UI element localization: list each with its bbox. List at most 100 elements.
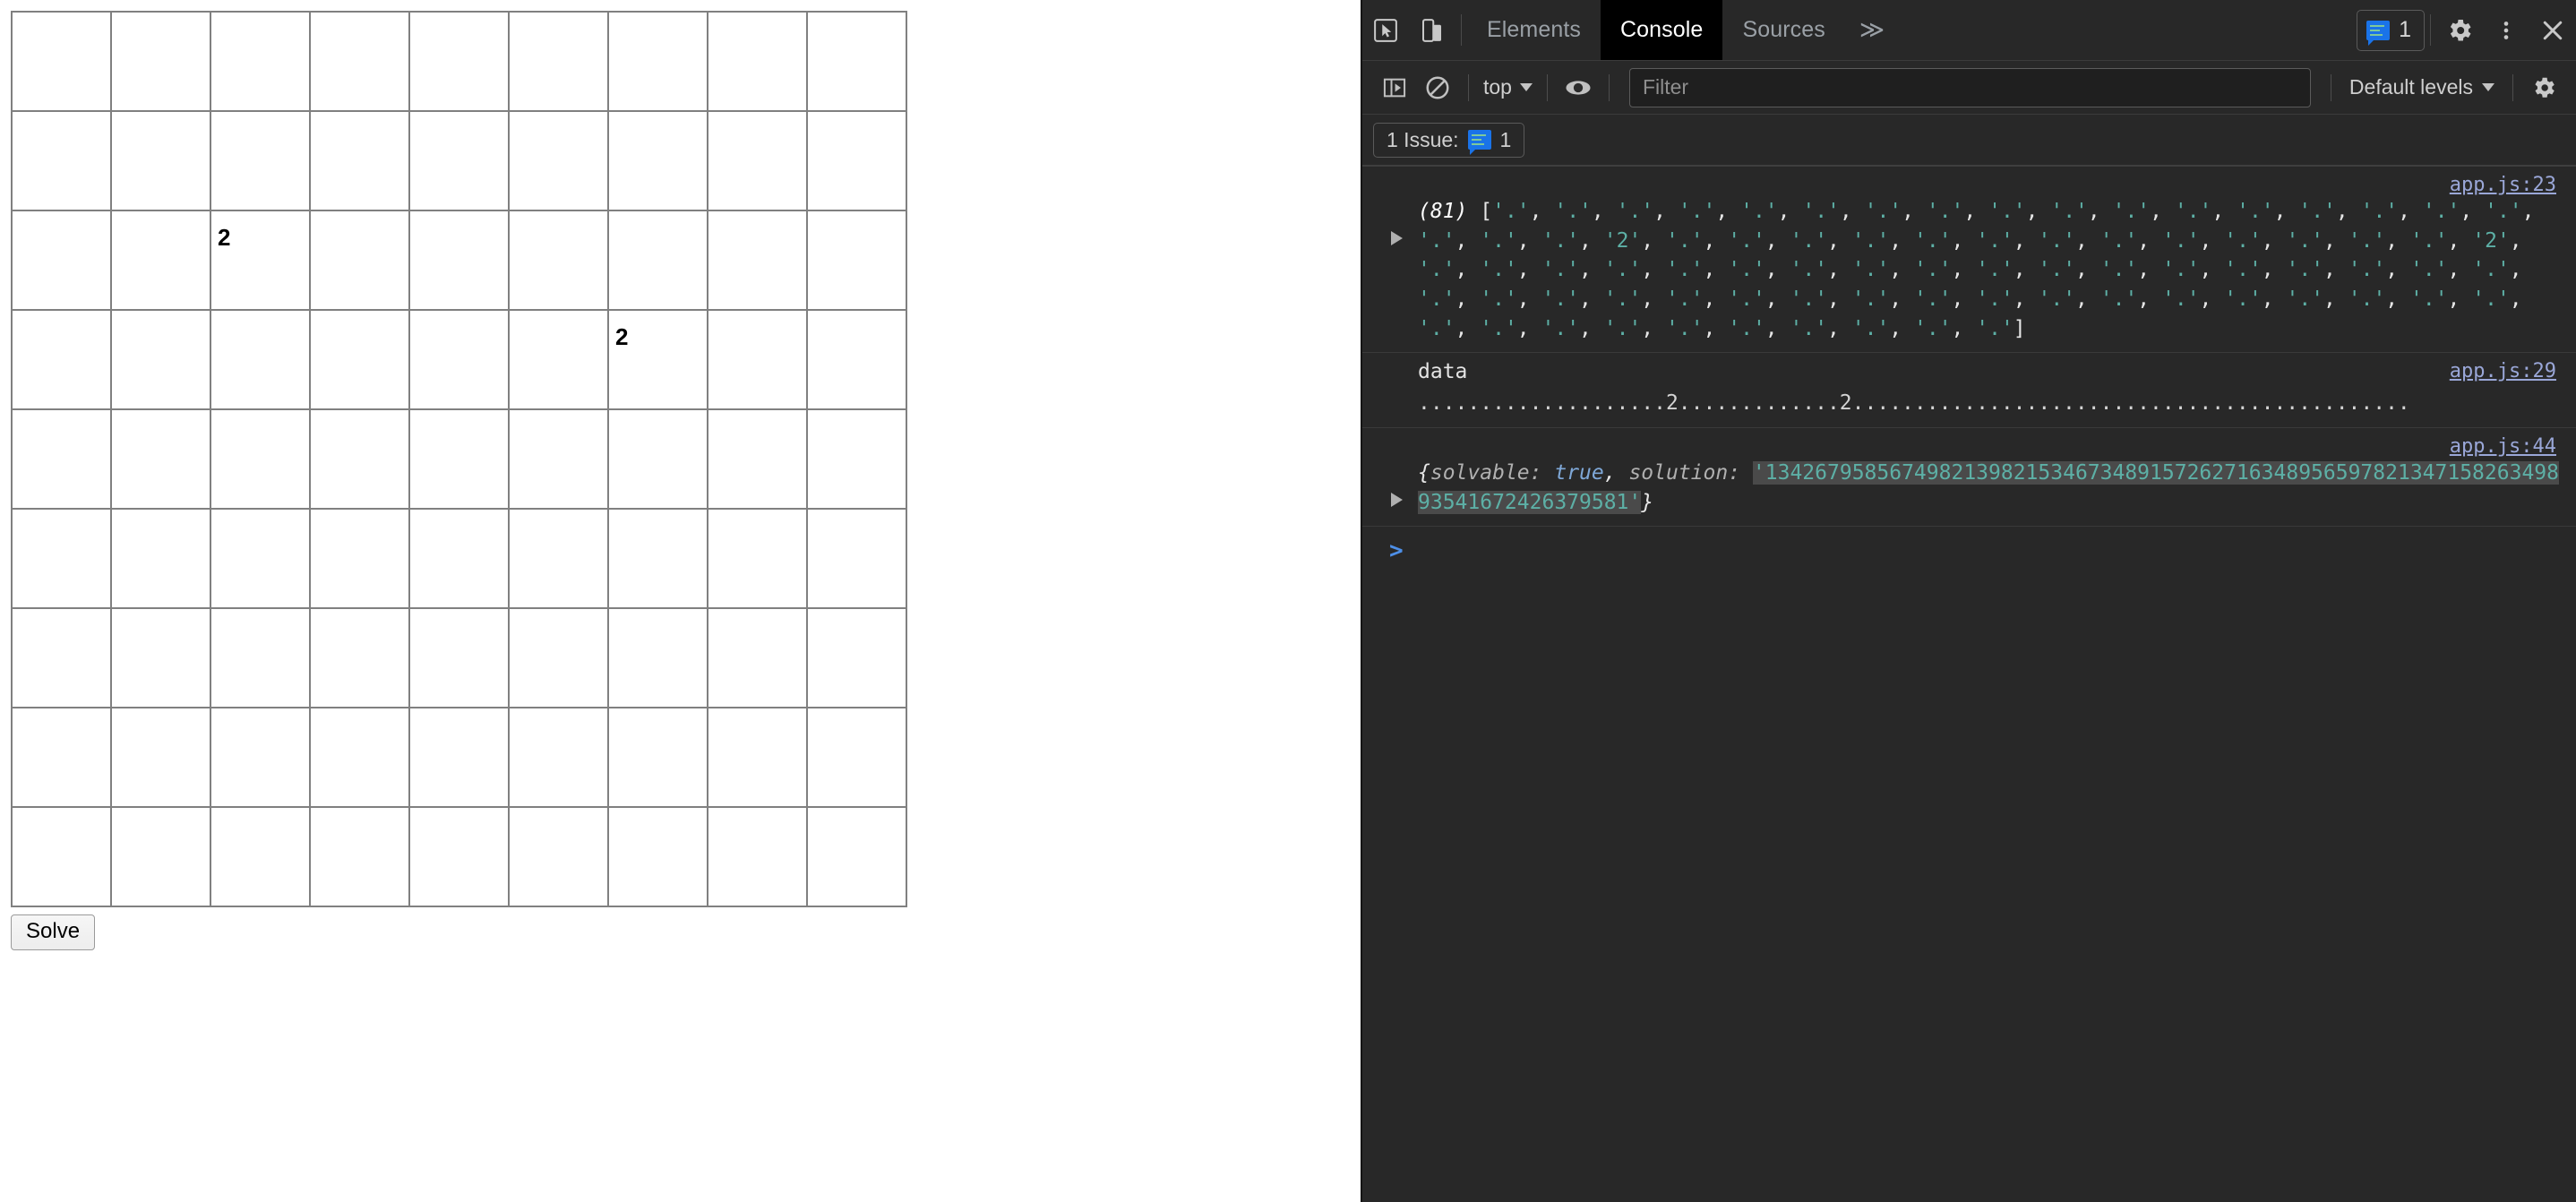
sudoku-cell[interactable] — [309, 11, 410, 112]
close-icon[interactable] — [2529, 0, 2576, 60]
sudoku-cell[interactable] — [508, 11, 609, 112]
sudoku-cell[interactable] — [110, 707, 211, 808]
sudoku-cell[interactable] — [806, 11, 907, 112]
sudoku-cell[interactable] — [11, 110, 112, 211]
sudoku-cell[interactable] — [309, 806, 410, 907]
sudoku-cell[interactable] — [309, 607, 410, 708]
source-link-array[interactable]: app.js:23 — [2450, 174, 2556, 196]
sudoku-cell[interactable] — [806, 607, 907, 708]
sudoku-cell[interactable] — [607, 508, 708, 609]
sudoku-cell[interactable] — [210, 707, 311, 808]
sudoku-cell[interactable] — [408, 707, 510, 808]
source-link-data[interactable]: app.js:29 — [2450, 360, 2556, 382]
tab-console[interactable]: Console — [1601, 0, 1723, 60]
sudoku-cell[interactable] — [210, 508, 311, 609]
live-expression-icon[interactable] — [1557, 66, 1600, 109]
sudoku-cell[interactable] — [11, 408, 112, 510]
sudoku-cell[interactable] — [607, 110, 708, 211]
sudoku-cell[interactable] — [806, 707, 907, 808]
console-prompt[interactable]: > — [1362, 527, 2576, 568]
sudoku-cell[interactable] — [309, 408, 410, 510]
source-link-result[interactable]: app.js:44 — [2450, 435, 2556, 458]
sudoku-cell[interactable] — [110, 508, 211, 609]
sudoku-cell[interactable]: 2 — [210, 210, 311, 311]
sudoku-cell[interactable] — [408, 110, 510, 211]
sudoku-cell[interactable] — [309, 508, 410, 609]
sudoku-cell[interactable] — [508, 309, 609, 410]
sudoku-cell[interactable] — [607, 210, 708, 311]
console-sidebar-icon[interactable] — [1373, 66, 1416, 109]
sudoku-cell[interactable] — [11, 11, 112, 112]
sudoku-cell[interactable] — [508, 607, 609, 708]
sudoku-cell[interactable] — [508, 210, 609, 311]
sudoku-cell[interactable] — [309, 210, 410, 311]
gear-icon[interactable] — [2436, 0, 2483, 60]
sudoku-cell[interactable] — [11, 707, 112, 808]
sudoku-cell[interactable] — [210, 11, 311, 112]
sudoku-cell[interactable]: 2 — [607, 309, 708, 410]
sudoku-cell[interactable] — [508, 806, 609, 907]
inspect-element-icon[interactable] — [1362, 0, 1409, 60]
clear-console-icon[interactable] — [1416, 66, 1459, 109]
sudoku-grid[interactable]: 22 — [11, 11, 907, 907]
sudoku-cell[interactable] — [806, 110, 907, 211]
sudoku-cell[interactable] — [707, 408, 808, 510]
tab-elements[interactable]: Elements — [1467, 0, 1601, 60]
sudoku-cell[interactable] — [607, 11, 708, 112]
sudoku-cell[interactable] — [607, 707, 708, 808]
sudoku-cell[interactable] — [607, 806, 708, 907]
sudoku-cell[interactable] — [508, 707, 609, 808]
sudoku-cell[interactable] — [707, 11, 808, 112]
console-message-result[interactable]: app.js:44 {solvable: true, solution: '13… — [1362, 428, 2576, 528]
sudoku-cell[interactable] — [309, 707, 410, 808]
sudoku-cell[interactable] — [110, 309, 211, 410]
execution-context-select[interactable]: top — [1478, 75, 1538, 99]
console-message-data[interactable]: app.js:29 data ....................2....… — [1362, 353, 2576, 428]
issues-badge-button[interactable]: 1 — [2357, 9, 2425, 51]
sudoku-cell[interactable] — [210, 309, 311, 410]
sudoku-cell[interactable] — [508, 110, 609, 211]
sudoku-cell[interactable] — [707, 806, 808, 907]
filter-input[interactable] — [1628, 67, 2311, 107]
sudoku-cell[interactable] — [110, 110, 211, 211]
sudoku-cell[interactable] — [806, 210, 907, 311]
sudoku-cell[interactable] — [707, 309, 808, 410]
tab-sources[interactable]: Sources — [1722, 0, 1844, 60]
sudoku-cell[interactable] — [11, 607, 112, 708]
issues-bar[interactable]: 1 Issue: 1 — [1362, 115, 2576, 167]
sudoku-cell[interactable] — [210, 607, 311, 708]
sudoku-cell[interactable] — [707, 110, 808, 211]
sudoku-cell[interactable] — [707, 707, 808, 808]
sudoku-cell[interactable] — [309, 110, 410, 211]
sudoku-cell[interactable] — [11, 806, 112, 907]
sudoku-cell[interactable] — [110, 408, 211, 510]
sudoku-cell[interactable] — [806, 806, 907, 907]
sudoku-cell[interactable] — [110, 806, 211, 907]
sudoku-cell[interactable] — [408, 408, 510, 510]
more-tabs-icon[interactable]: ≫ — [1845, 0, 1899, 60]
sudoku-cell[interactable] — [110, 607, 211, 708]
console-settings-icon[interactable] — [2522, 66, 2565, 109]
sudoku-cell[interactable] — [707, 508, 808, 609]
sudoku-cell[interactable] — [210, 806, 311, 907]
console-message-list[interactable]: app.js:23 (81) ['.', '.', '.', '.', '.',… — [1362, 167, 2576, 1202]
sudoku-cell[interactable] — [607, 607, 708, 708]
device-toolbar-icon[interactable] — [1409, 0, 1455, 60]
sudoku-cell[interactable] — [408, 508, 510, 609]
sudoku-cell[interactable] — [806, 408, 907, 510]
expand-arrow-result[interactable] — [1391, 492, 1403, 507]
more-options-icon[interactable] — [2483, 0, 2529, 60]
console-message-array[interactable]: app.js:23 (81) ['.', '.', '.', '.', '.',… — [1362, 167, 2576, 354]
sudoku-cell[interactable] — [707, 210, 808, 311]
sudoku-cell[interactable] — [508, 408, 609, 510]
sudoku-cell[interactable] — [11, 508, 112, 609]
sudoku-cell[interactable] — [707, 607, 808, 708]
sudoku-cell[interactable] — [408, 806, 510, 907]
sudoku-cell[interactable] — [210, 408, 311, 510]
sudoku-cell[interactable] — [806, 309, 907, 410]
sudoku-cell[interactable] — [210, 110, 311, 211]
sudoku-cell[interactable] — [408, 11, 510, 112]
sudoku-cell[interactable] — [11, 309, 112, 410]
sudoku-cell[interactable] — [309, 309, 410, 410]
issues-bar-pill[interactable]: 1 Issue: 1 — [1373, 122, 1525, 158]
